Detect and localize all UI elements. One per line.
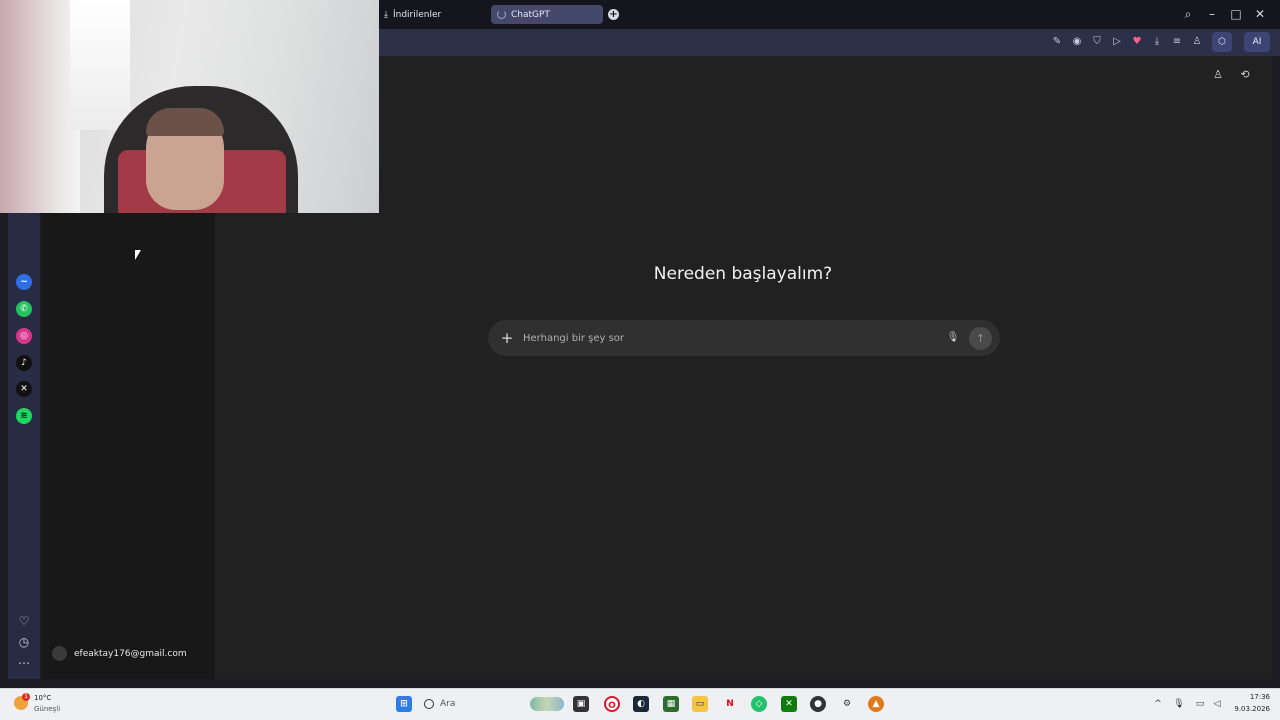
search-highlight-art bbox=[530, 697, 564, 711]
ai-button[interactable]: AI bbox=[1244, 32, 1270, 52]
spotify-icon[interactable]: ≋ bbox=[16, 408, 32, 424]
tray-microphone-icon[interactable]: 🎙︎ bbox=[1172, 697, 1186, 711]
tray-network-icon[interactable]: ▭ bbox=[1193, 697, 1207, 711]
taskbar-search[interactable]: Ara bbox=[424, 696, 455, 712]
webcam-overlay bbox=[0, 0, 379, 213]
tab-downloads-label: İndirilenler bbox=[392, 9, 442, 20]
weather-temperature[interactable]: 10°C bbox=[34, 694, 51, 702]
downloads-toolbar-icon[interactable]: ⤓ bbox=[1150, 35, 1164, 49]
tab-chatgpt-label: ChatGPT bbox=[511, 9, 550, 20]
menu-icon[interactable]: ≡ bbox=[1170, 35, 1184, 49]
maximize-button[interactable]: □ bbox=[1228, 6, 1244, 22]
start-button-icon[interactable]: ⊞ bbox=[396, 696, 412, 712]
opera-icon[interactable]: O bbox=[604, 696, 620, 712]
search-icon bbox=[424, 699, 434, 709]
taskbar-search-label: Ara bbox=[440, 699, 456, 709]
extensions-button[interactable]: ⬡ bbox=[1212, 32, 1232, 52]
heart-toolbar-icon[interactable]: ♥ bbox=[1130, 35, 1144, 49]
heart-icon[interactable]: ♡ bbox=[16, 613, 32, 629]
clock-time[interactable]: 17:36 bbox=[1238, 693, 1270, 701]
settings-gear-icon[interactable]: ⚙ bbox=[839, 696, 855, 712]
weather-badge: 1 bbox=[22, 693, 30, 701]
edit-icon[interactable]: ✎ bbox=[1050, 35, 1064, 49]
steam-icon[interactable]: ◐ bbox=[633, 696, 649, 712]
clock-date[interactable]: 9.03.2026 bbox=[1226, 705, 1270, 713]
netflix-icon[interactable]: N bbox=[722, 696, 738, 712]
account-menu[interactable]: efeaktay176@gmail.com bbox=[52, 646, 187, 661]
ai-button-label: AI bbox=[1252, 37, 1262, 47]
profile-icon[interactable]: ♙ bbox=[1190, 35, 1204, 49]
vpn-app-icon[interactable]: ▲ bbox=[868, 696, 884, 712]
green-app-icon[interactable]: ◇ bbox=[751, 696, 767, 712]
close-window-button[interactable]: ✕ bbox=[1252, 6, 1268, 22]
webcam-person-hair bbox=[146, 108, 224, 136]
xbox-icon[interactable]: ✕ bbox=[781, 696, 797, 712]
page-title: Nereden başlayalım? bbox=[653, 264, 833, 284]
instagram-icon[interactable]: ◎ bbox=[16, 328, 32, 344]
task-view-icon[interactable]: ▣ bbox=[573, 696, 589, 712]
prompt-input[interactable] bbox=[518, 328, 918, 348]
search-tabs-icon[interactable]: ⌕ bbox=[1180, 6, 1196, 22]
shield-icon[interactable]: ⛉ bbox=[1090, 35, 1104, 49]
tray-chevron-up-icon[interactable]: ^ bbox=[1151, 697, 1165, 711]
new-tab-button[interactable]: + bbox=[608, 9, 619, 20]
file-explorer-icon[interactable]: ▭ bbox=[692, 696, 708, 712]
account-email: efeaktay176@gmail.com bbox=[74, 648, 187, 659]
tray-volume-icon[interactable]: ◁ bbox=[1210, 697, 1224, 711]
whatsapp-icon[interactable]: ✆ bbox=[16, 301, 32, 317]
loading-spinner-icon bbox=[497, 10, 506, 19]
webcam-curtain bbox=[0, 0, 80, 213]
temporary-chat-icon[interactable]: ⟲ bbox=[1238, 68, 1252, 82]
recording-app-icon[interactable]: ● bbox=[810, 696, 826, 712]
weather-condition[interactable]: Güneşli bbox=[34, 705, 60, 713]
tab-downloads[interactable]: ⤓ İndirilenler bbox=[378, 5, 478, 24]
send-button[interactable]: ↑ bbox=[969, 327, 992, 350]
x-icon[interactable]: ✕ bbox=[16, 381, 32, 397]
microphone-icon[interactable]: 🎙︎ bbox=[945, 330, 961, 346]
messenger-icon[interactable]: ~ bbox=[16, 274, 32, 290]
mouse-cursor-icon bbox=[135, 250, 141, 260]
download-icon: ⤓ bbox=[384, 9, 388, 20]
webcam-window-light bbox=[70, 0, 130, 130]
more-icon[interactable]: ⋯ bbox=[16, 655, 32, 671]
minimize-button[interactable]: – bbox=[1204, 6, 1220, 22]
play-icon[interactable]: ▷ bbox=[1110, 35, 1124, 49]
window-edge bbox=[1272, 56, 1280, 679]
minecraft-icon[interactable]: ▦ bbox=[663, 696, 679, 712]
avatar bbox=[52, 646, 67, 661]
share-user-icon[interactable]: ♙ bbox=[1211, 68, 1225, 82]
camera-icon[interactable]: ◉ bbox=[1070, 35, 1084, 49]
tiktok-icon[interactable]: ♪ bbox=[16, 355, 32, 371]
add-attachment-button[interactable]: + bbox=[499, 329, 515, 347]
tab-chatgpt[interactable]: ChatGPT bbox=[491, 5, 603, 24]
history-icon[interactable]: ◷ bbox=[16, 634, 32, 650]
